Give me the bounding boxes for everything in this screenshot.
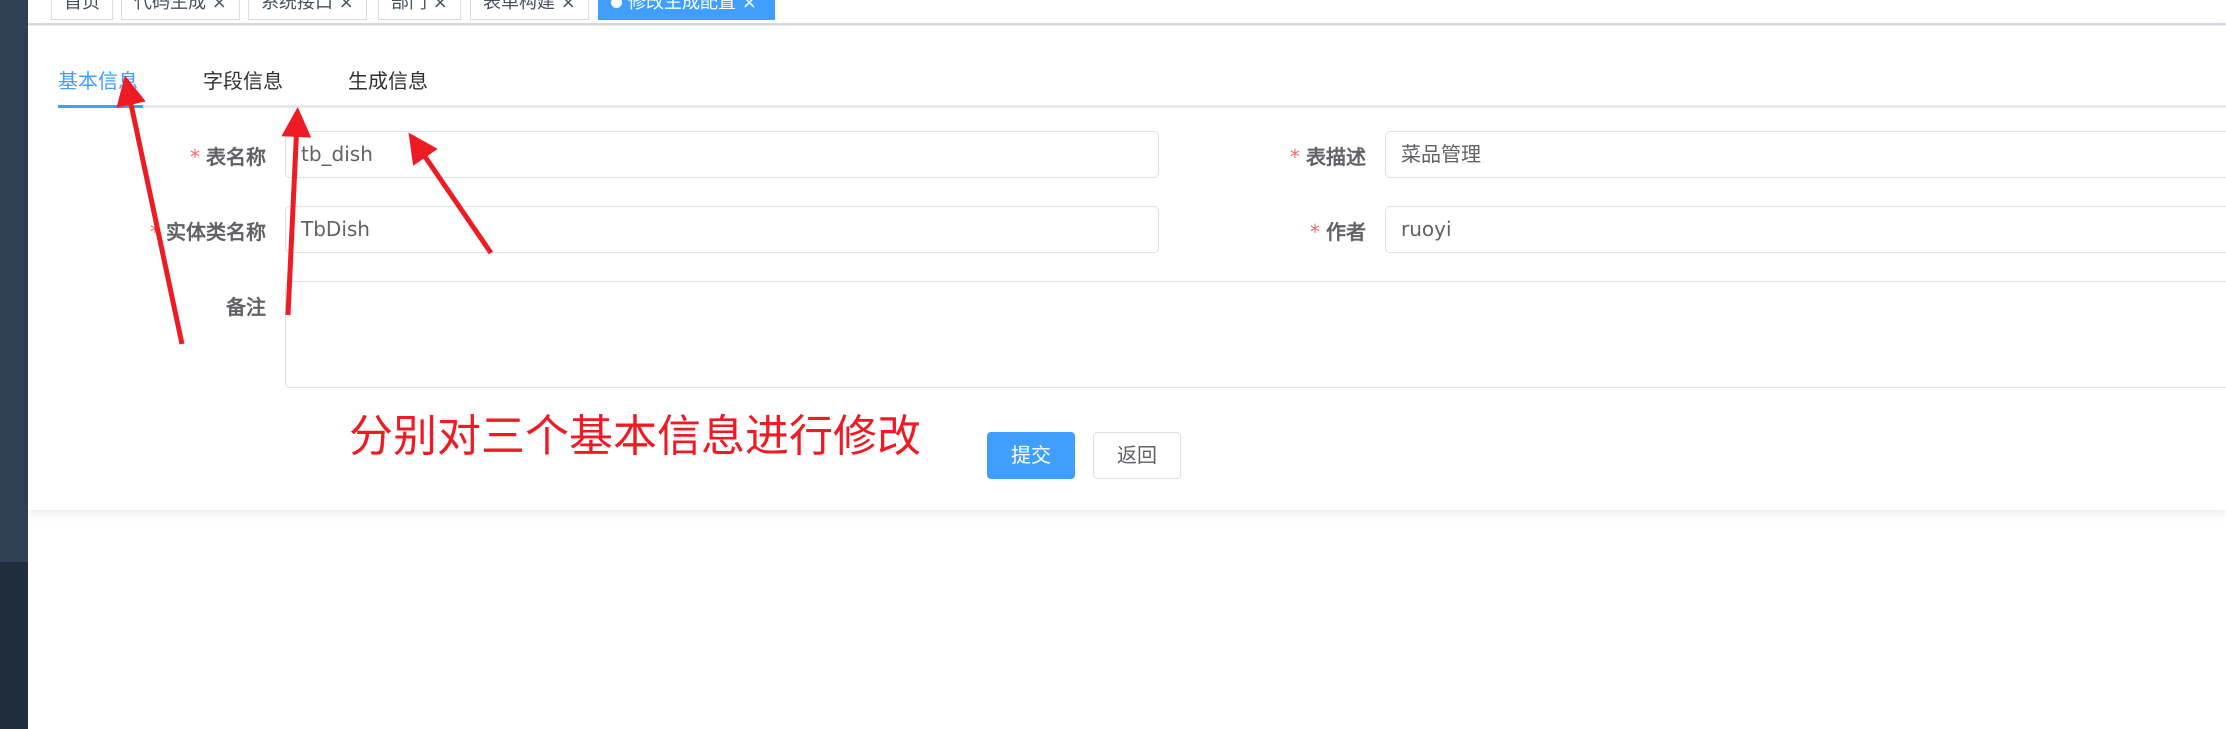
tags-view: 首页 代码生成 × 系统接口 × 部门 × 表单构建 × 修改生成配置 × bbox=[28, 0, 2226, 25]
table-name-input[interactable]: tb_dish bbox=[285, 131, 1159, 178]
tab-field-info[interactable]: 字段信息 bbox=[203, 65, 283, 94]
back-button[interactable]: 返回 bbox=[1093, 432, 1181, 479]
tag-label: 修改生成配置 × bbox=[628, 0, 757, 13]
sidebar bbox=[0, 0, 28, 729]
sidebar-lower bbox=[0, 562, 28, 729]
author-label: * 作者 bbox=[1310, 220, 1366, 244]
tag-form-build[interactable]: 表单构建 × bbox=[470, 0, 589, 20]
tag-edit-gen-config[interactable]: 修改生成配置 × bbox=[598, 0, 775, 20]
table-comment-input[interactable]: 菜品管理 bbox=[1385, 131, 2226, 178]
table-name-label: * 表名称 bbox=[190, 145, 266, 169]
class-name-input[interactable]: TbDish bbox=[285, 206, 1159, 253]
annotation-text: 分别对三个基本信息进行修改 bbox=[349, 411, 921, 462]
tag-system-api[interactable]: 系统接口 × bbox=[248, 0, 367, 20]
class-name-label: * 实体类名称 bbox=[150, 220, 266, 244]
tab-gen-info[interactable]: 生成信息 bbox=[348, 65, 428, 94]
author-input[interactable]: ruoyi bbox=[1385, 206, 2226, 253]
tag-dept[interactable]: 部门 × bbox=[378, 0, 461, 20]
table-comment-label: * 表描述 bbox=[1290, 145, 1366, 169]
active-dot-icon bbox=[611, 0, 622, 8]
remark-label: 备注 bbox=[226, 295, 266, 319]
tag-home[interactable]: 首页 bbox=[51, 0, 113, 20]
tabs: 基本信息 字段信息 生成信息 bbox=[58, 60, 2226, 108]
tag-code-gen[interactable]: 代码生成 × bbox=[121, 0, 240, 20]
submit-button[interactable]: 提交 bbox=[987, 432, 1075, 479]
tab-basic-info[interactable]: 基本信息 bbox=[58, 65, 138, 94]
remark-textarea[interactable] bbox=[285, 281, 2226, 388]
active-tab-indicator bbox=[58, 105, 143, 108]
